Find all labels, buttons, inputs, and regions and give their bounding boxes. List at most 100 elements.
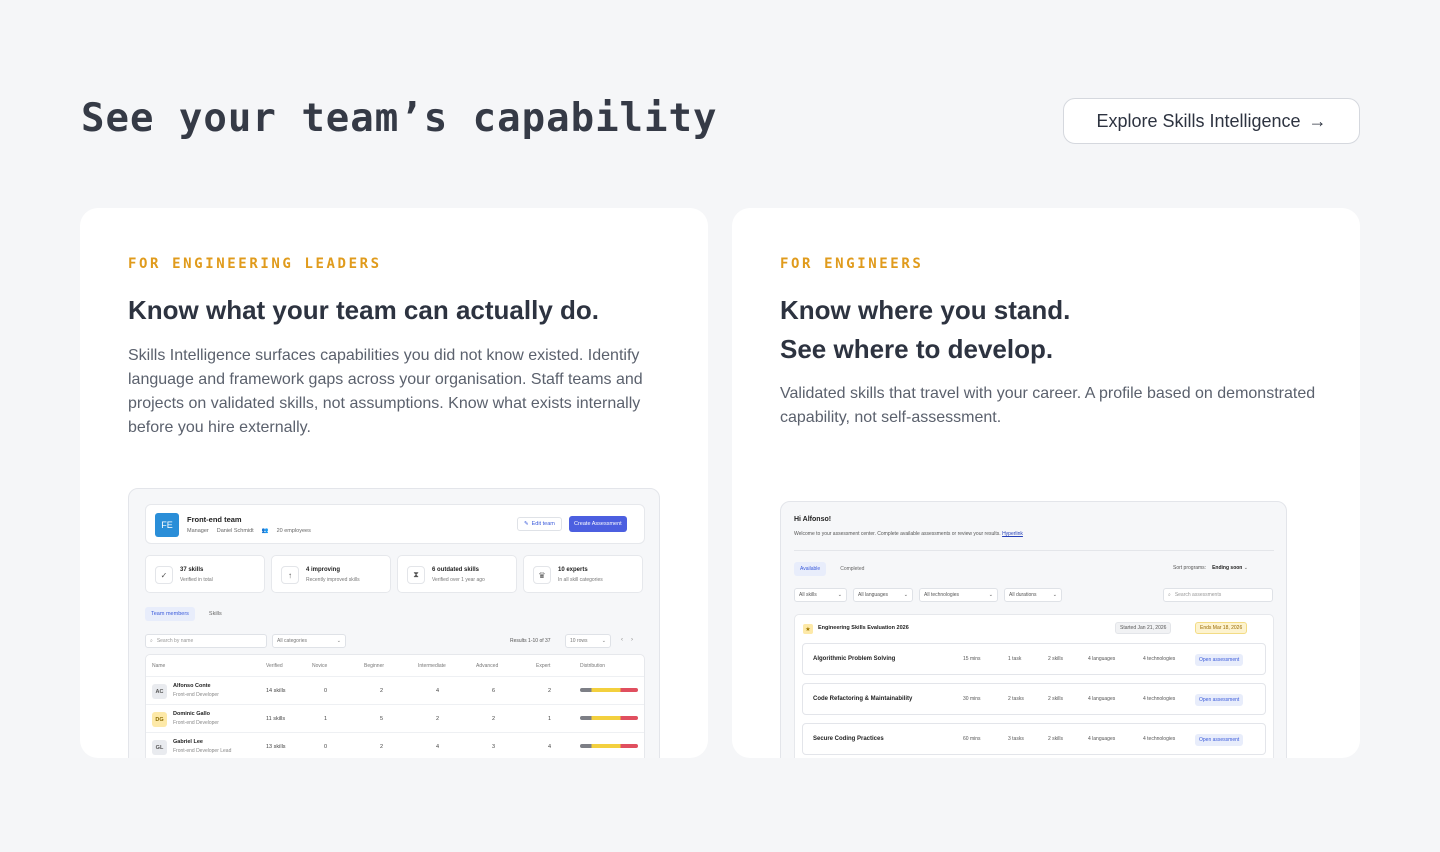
beginner-cell: 2 [380, 688, 384, 694]
rows-select[interactable]: 10 rows ⌄ [565, 634, 611, 648]
table-row[interactable]: AC Alfonso Conte Front-end Developer 14 … [146, 676, 644, 704]
filter-value: All technologies [924, 592, 960, 598]
create-assessment-button[interactable]: Create Assessment [569, 516, 627, 532]
stat-sub: In all skill categories [558, 577, 603, 583]
search-input[interactable]: ⌕ Search by name [145, 634, 267, 648]
team-header: FE Front-end team Manager Daniel Schmidt… [145, 504, 645, 544]
filter-value: All skills [799, 592, 817, 598]
member-name: Dominic Gallo [173, 711, 210, 717]
table-row[interactable]: GL Gabriel Lee Front-end Developer Lead … [146, 732, 644, 758]
greeting: Hi Alfonso! [794, 516, 832, 523]
team-name: Front-end team [187, 515, 242, 524]
sort-value: Ending soon [1212, 565, 1243, 571]
category-select[interactable]: All categories ⌄ [272, 634, 346, 648]
column-header: Advanced [476, 663, 499, 669]
page-title: See your team’s capability [81, 96, 718, 141]
distribution-bar [580, 716, 638, 720]
technologies: 4 technologies [1143, 696, 1176, 702]
chevron-down-icon: ⌄ [988, 592, 993, 598]
member-role: Front-end Developer Lead [173, 748, 232, 754]
member-role: Front-end Developer [173, 692, 219, 698]
chevron-down-icon: ⌄ [336, 638, 341, 644]
arrow-right-icon: → [1308, 110, 1327, 131]
stat-sub: Verified over 1 year ago [432, 577, 485, 583]
novice-cell: 1 [324, 716, 328, 722]
search-placeholder: Search by name [156, 638, 194, 644]
sort-label: Sort programs: [1173, 565, 1207, 571]
beginner-cell: 5 [380, 716, 384, 722]
column-header: Beginner [364, 663, 385, 669]
distribution-bar [580, 744, 638, 748]
tab-team-members[interactable]: Team members [145, 607, 195, 621]
novice-cell: 0 [324, 688, 328, 694]
pagination[interactable]: ‹› [621, 637, 641, 643]
assessment-center-screenshot: Hi Alfonso! Welcome to your assessment c… [780, 501, 1287, 758]
tab-available[interactable]: Available [794, 562, 827, 576]
tab-skills[interactable]: Skills [203, 607, 228, 621]
ends-badge: Ends Mar 18, 2026 [1195, 622, 1248, 634]
assessment-name: Algorithmic Problem Solving [813, 656, 896, 662]
languages: 4 languages [1088, 656, 1116, 662]
chevron-down-icon: ⌄ [1052, 592, 1057, 598]
advanced-cell: 2 [492, 716, 496, 722]
tab-completed[interactable]: Completed [834, 562, 870, 576]
welcome-message: Welcome to your assessment center. Compl… [794, 531, 1001, 537]
chevron-down-icon: ⌄ [1243, 565, 1248, 571]
expert-cell: 1 [548, 716, 552, 722]
list-item[interactable]: Algorithmic Problem Solving 15 mins 1 ta… [802, 643, 1266, 675]
chevron-right-icon[interactable]: › [631, 637, 641, 643]
open-assessment-button[interactable]: Open assessment [1195, 734, 1244, 746]
stat-card: ✓ 37 skills Verified in total [145, 555, 265, 593]
engineers-body: Validated skills that travel with your c… [780, 385, 1316, 426]
edit-team-button[interactable]: ✎ Edit team [517, 517, 562, 531]
technologies-filter[interactable]: All technologies ⌄ [919, 588, 998, 602]
duration: 30 mins [963, 696, 981, 702]
advanced-cell: 3 [492, 744, 496, 750]
duration: 15 mins [963, 656, 981, 662]
engineers-card: FOR ENGINEERS Know where you stand. See … [732, 208, 1360, 758]
languages-filter[interactable]: All languages ⌄ [853, 588, 913, 602]
technologies: 4 technologies [1143, 736, 1176, 742]
avatar: AC [152, 684, 167, 699]
rows-value: 10 rows [570, 638, 588, 644]
sort-select[interactable]: Sort programs: Ending soon ⌄ [1173, 565, 1248, 571]
employees-count: 20 employees [276, 528, 311, 534]
durations-filter[interactable]: All durations ⌄ [1004, 588, 1062, 602]
list-item[interactable]: Code Refactoring & Maintainability 30 mi… [802, 683, 1266, 715]
open-assessment-button[interactable]: Open assessment [1195, 694, 1244, 706]
stat-title: 4 improving [306, 567, 341, 573]
column-header: Novice [312, 663, 328, 669]
leaders-body: Skills Intelligence surfaces capabilitie… [128, 347, 643, 436]
explore-skills-intelligence-button[interactable]: Explore Skills Intelligence → [1063, 98, 1360, 144]
duration: 60 mins [963, 736, 981, 742]
verified-cell: 14 skills [266, 688, 286, 694]
search-input[interactable]: ⌕ Search assessments [1163, 588, 1273, 602]
filter-value: All durations [1009, 592, 1037, 598]
table-row[interactable]: DG Dominic Gallo Front-end Developer 11 … [146, 704, 644, 732]
leaders-eyebrow: FOR ENGINEERING LEADERS [128, 256, 382, 272]
open-assessment-button[interactable]: Open assessment [1195, 654, 1244, 666]
skills: 2 skills [1048, 696, 1064, 702]
member-name: Gabriel Lee [173, 739, 203, 745]
expert-cell: 2 [548, 688, 552, 694]
distribution-bar [580, 688, 638, 692]
languages: 4 languages [1088, 696, 1116, 702]
member-name: Alfonso Conte [173, 683, 211, 689]
tasks: 2 tasks [1008, 696, 1024, 702]
assessment-tabs: Available Completed [794, 562, 870, 576]
avatar: GL [152, 740, 167, 755]
column-header: Name [152, 663, 166, 669]
languages: 4 languages [1088, 736, 1116, 742]
search-placeholder: Search assessments [1174, 592, 1222, 598]
hyperlink[interactable]: Hyperlink [1002, 531, 1023, 537]
manager-label: Manager [187, 528, 209, 534]
engineers-heading: Know where you stand. See where to devel… [780, 291, 1320, 369]
skills-filter[interactable]: All skills ⌄ [794, 588, 847, 602]
list-item[interactable]: Secure Coding Practices 60 mins 3 tasks … [802, 723, 1266, 755]
chevron-down-icon: ⌄ [601, 638, 606, 644]
engineers-heading-line2: See where to develop. [780, 334, 1054, 364]
started-badge: Started Jan 21, 2026 [1115, 622, 1172, 634]
chevron-left-icon[interactable]: ‹ [621, 637, 631, 643]
advanced-cell: 6 [492, 688, 496, 694]
divider [794, 550, 1274, 551]
